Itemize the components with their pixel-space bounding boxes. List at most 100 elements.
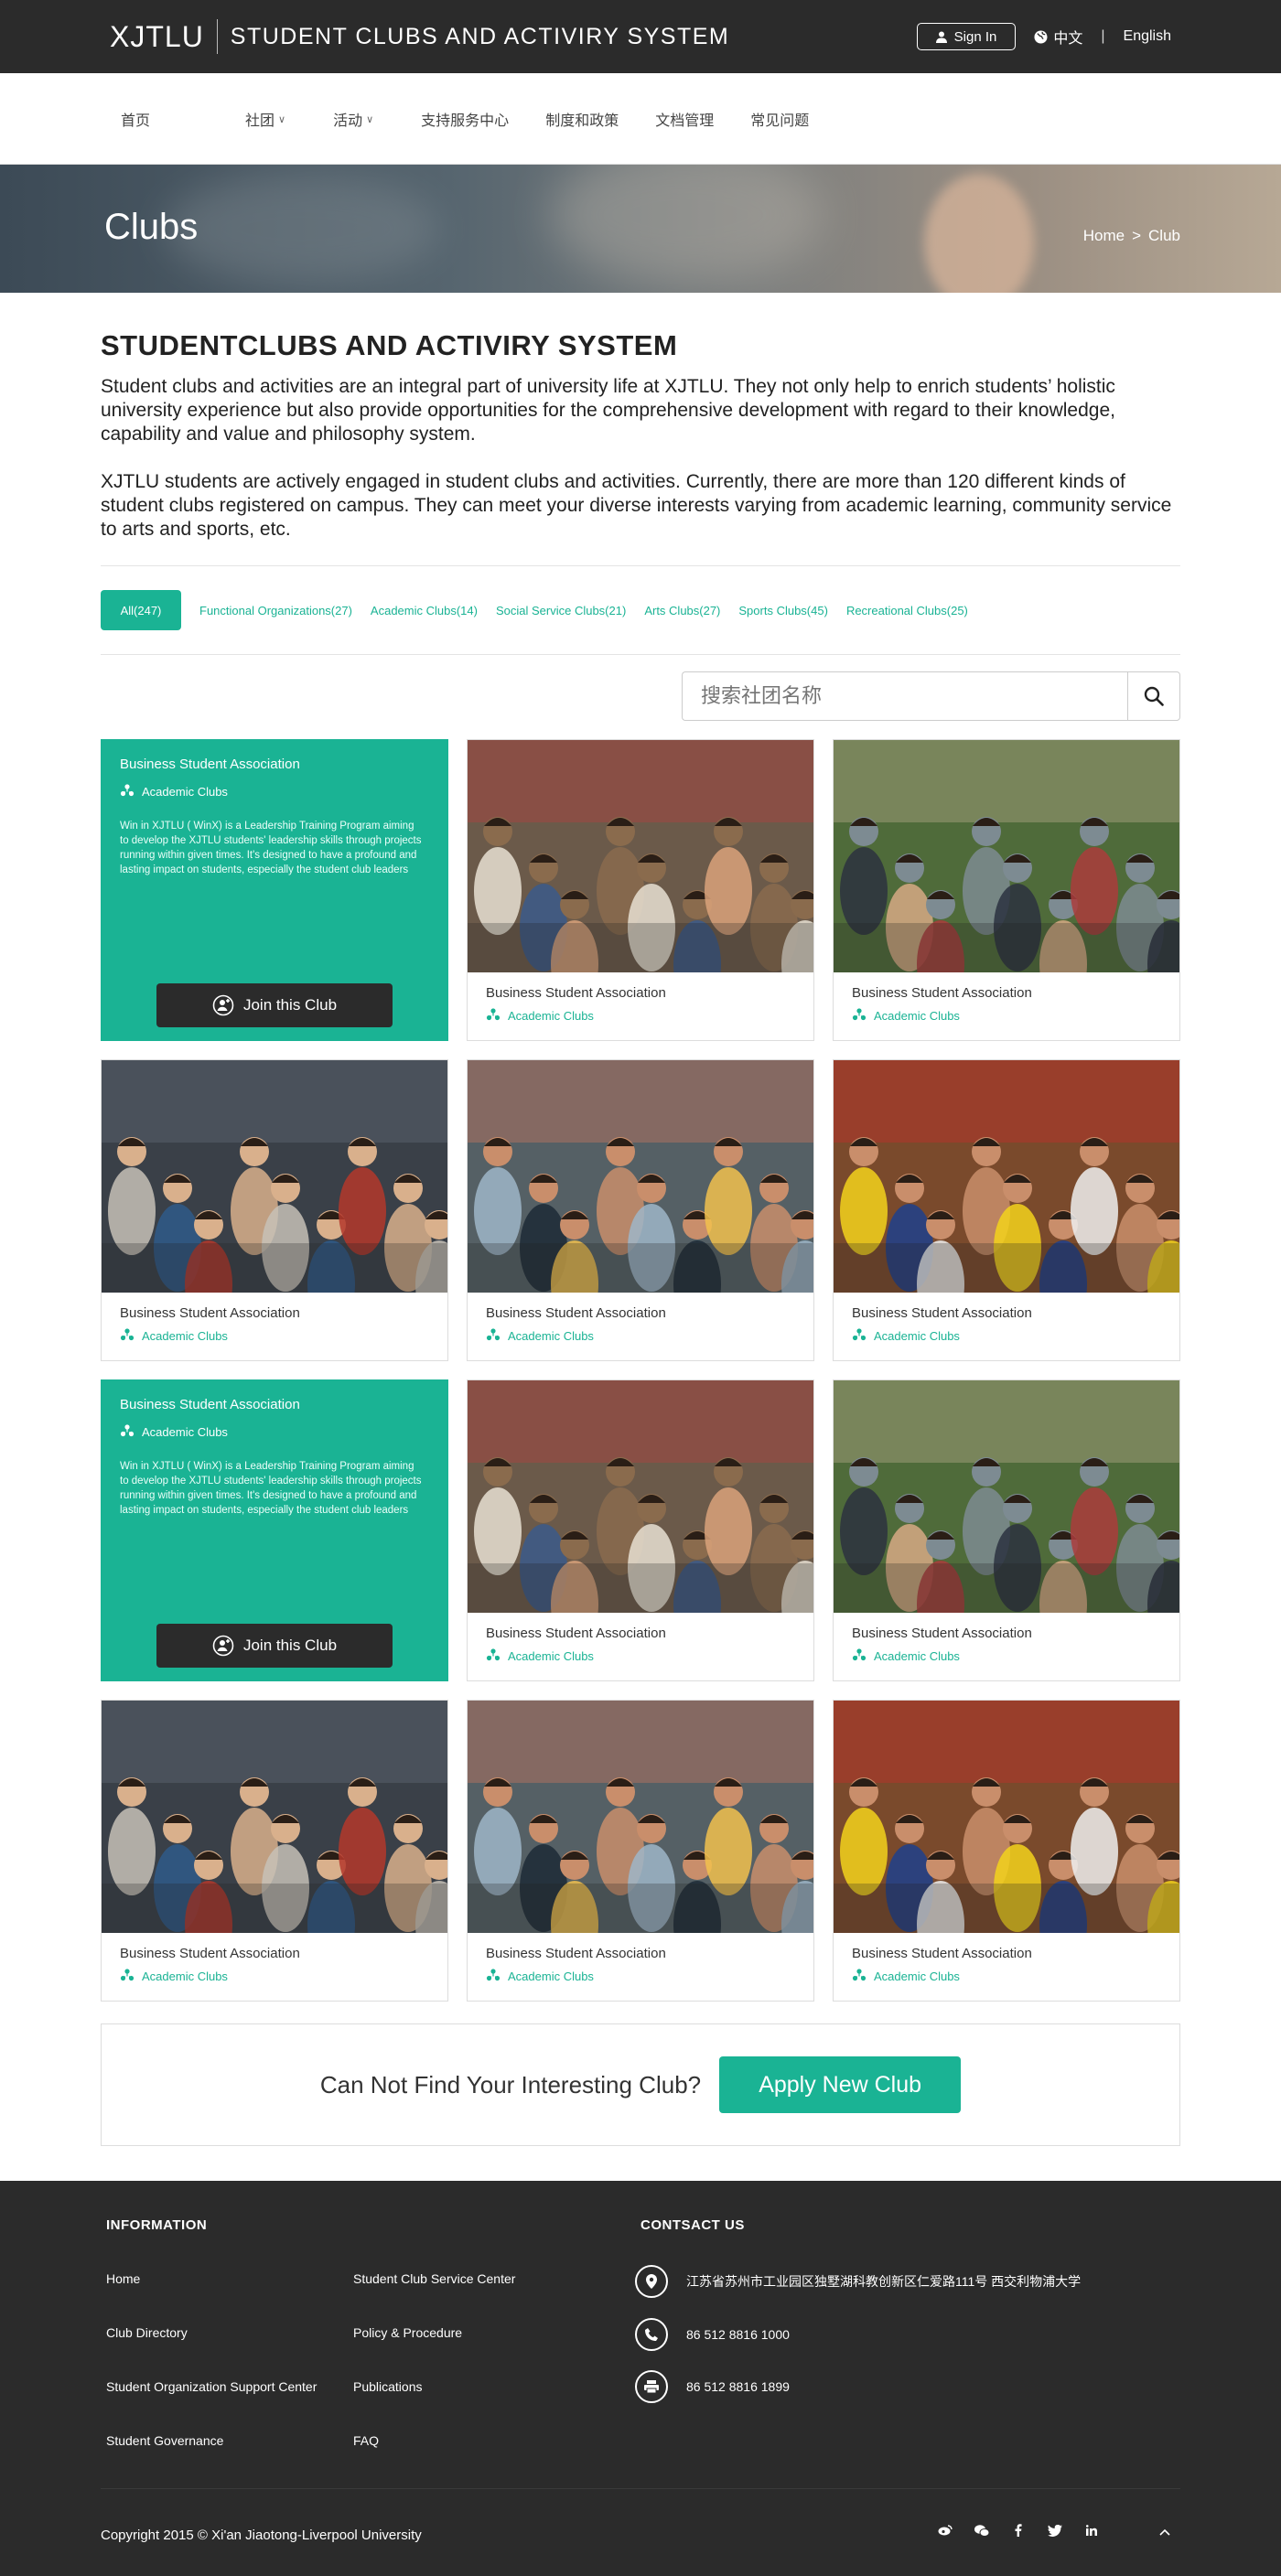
club-description: Win in XJTLU ( WinX) is a Leadership Tra…	[120, 1461, 422, 1516]
club-photo[interactable]	[468, 1701, 813, 1933]
club-card[interactable]: Business Student Association Academic Clu…	[467, 739, 814, 1041]
nav-item-6[interactable]: 常见问题	[750, 108, 809, 130]
club-category-icon	[120, 1968, 135, 1985]
club-card[interactable]: Business Student Association Academic Clu…	[833, 1700, 1180, 2002]
club-card[interactable]: Business Student Association Academic Clu…	[467, 1379, 814, 1681]
filter-chip[interactable]: Academic Clubs(14)	[371, 604, 478, 617]
club-name[interactable]: Business Student Association	[120, 1305, 429, 1321]
club-grid: Business Student Association Academic Clu…	[101, 739, 1180, 2002]
contact-phone: 86 512 8816 1000	[635, 2318, 790, 2351]
sign-in-button[interactable]: Sign In	[916, 23, 1017, 50]
club-name[interactable]: Business Student Association	[852, 985, 1161, 1001]
club-photo[interactable]	[468, 1060, 813, 1293]
club-card[interactable]: Business Student Association Academic Clu…	[833, 1059, 1180, 1361]
footer-info-heading: INFORMATION	[106, 2217, 208, 2233]
facebook-icon[interactable]	[1010, 2524, 1027, 2539]
featured-club-card[interactable]: Business Student Association Academic Clu…	[101, 1379, 448, 1681]
club-category-icon	[852, 1648, 867, 1665]
intro-paragraph-2: XJTLU students are actively engaged in s…	[101, 471, 1172, 540]
footer-link-governance[interactable]: Student Governance	[106, 2433, 223, 2448]
breadcrumb-home[interactable]: Home	[1083, 227, 1125, 245]
breadcrumb-current: Club	[1148, 227, 1180, 244]
footer-link-faq[interactable]: FAQ	[353, 2433, 379, 2448]
language-en[interactable]: English	[1124, 28, 1171, 45]
club-category-label: Academic Clubs	[874, 1329, 960, 1343]
club-name[interactable]: Business Student Association	[120, 757, 429, 772]
club-card[interactable]: Business Student Association Academic Clu…	[833, 1379, 1180, 1681]
footer-link-service-center[interactable]: Student Club Service Center	[353, 2271, 515, 2286]
club-photo[interactable]	[468, 1380, 813, 1613]
club-name[interactable]: Business Student Association	[852, 1946, 1161, 1961]
nav-item-label: 首页	[121, 113, 151, 129]
apply-new-club-button[interactable]: Apply New Club	[719, 2056, 962, 2113]
club-photo[interactable]	[834, 740, 1179, 972]
logo[interactable]: XJTLU	[101, 19, 218, 54]
footer-link-club-directory[interactable]: Club Directory	[106, 2325, 188, 2340]
club-photo[interactable]	[834, 1380, 1179, 1613]
intro-paragraph-1: Student clubs and activities are an inte…	[101, 376, 1115, 445]
wechat-icon[interactable]	[974, 2524, 990, 2539]
page-title: Clubs	[104, 207, 199, 247]
club-name[interactable]: Business Student Association	[486, 1946, 795, 1961]
system-title: STUDENT CLUBS AND ACTIVIRY SYSTEM	[230, 23, 730, 49]
club-name[interactable]: Business Student Association	[486, 1626, 795, 1641]
club-photo[interactable]	[468, 740, 813, 972]
club-card[interactable]: Business Student Association Academic Clu…	[467, 1059, 814, 1361]
search-button[interactable]	[1127, 671, 1180, 721]
back-to-top-icon[interactable]	[1157, 2525, 1173, 2538]
filter-chip[interactable]: Arts Clubs(27)	[644, 604, 720, 617]
club-category-label: Academic Clubs	[142, 1970, 228, 1983]
divider	[101, 654, 1180, 655]
globe-icon	[1034, 29, 1048, 44]
club-name[interactable]: Business Student Association	[486, 1305, 795, 1321]
club-name[interactable]: Business Student Association	[852, 1305, 1161, 1321]
nav-item-3[interactable]: 支持服务中心	[421, 108, 509, 130]
footer-link-publications[interactable]: Publications	[353, 2379, 423, 2394]
nav-item-0[interactable]: 首页	[121, 108, 150, 130]
club-card[interactable]: Business Student Association Academic Clu…	[101, 1059, 448, 1361]
footer-link-policy[interactable]: Policy & Procedure	[353, 2325, 462, 2340]
club-name[interactable]: Business Student Association	[120, 1397, 429, 1412]
nav-item-5[interactable]: 文档管理	[655, 108, 714, 130]
club-name[interactable]: Business Student Association	[120, 1946, 429, 1961]
filter-chip[interactable]: Recreational Clubs(25)	[846, 604, 968, 617]
nav-item-2[interactable]: 活动 ∨	[333, 108, 373, 130]
filter-chip[interactable]: All(247)	[101, 590, 181, 630]
footer-bottom-bar: Copyright 2015 © Xi'an Jiaotong-Liverpoo…	[101, 2488, 1180, 2576]
nav-item-4[interactable]: 制度和政策	[545, 108, 619, 130]
weibo-icon[interactable]	[937, 2525, 953, 2538]
footer-link-home[interactable]: Home	[106, 2271, 140, 2286]
club-category: Academic Clubs	[486, 1648, 795, 1665]
intro-section: STUDENTCLUBS AND ACTIVIRY SYSTEM Student…	[101, 293, 1180, 721]
club-card[interactable]: Business Student Association Academic Clu…	[833, 739, 1180, 1041]
club-card[interactable]: Business Student Association Academic Clu…	[101, 1700, 448, 2002]
filter-chip[interactable]: Social Service Clubs(21)	[496, 604, 626, 617]
club-card[interactable]: Business Student Association Academic Clu…	[467, 1700, 814, 2002]
club-category-label: Academic Clubs	[508, 1329, 594, 1343]
twitter-icon[interactable]	[1047, 2524, 1063, 2539]
nav-item-1[interactable]: 社团 ∨	[245, 108, 285, 130]
club-category: Academic Clubs	[120, 1423, 429, 1441]
search-input[interactable]	[682, 671, 1127, 721]
club-description: Win in XJTLU ( WinX) is a Leadership Tra…	[120, 821, 422, 875]
club-category-label: Academic Clubs	[142, 785, 228, 799]
join-club-button[interactable]: Join this Club	[156, 1624, 393, 1668]
linkedin-icon[interactable]	[1083, 2525, 1100, 2538]
filter-chip[interactable]: Sports Clubs(45)	[738, 604, 828, 617]
filter-chip[interactable]: Functional Organizations(27)	[199, 604, 352, 617]
featured-club-card[interactable]: Business Student Association Academic Clu…	[101, 739, 448, 1041]
join-club-button[interactable]: Join this Club	[156, 983, 393, 1027]
club-category: Academic Clubs	[486, 1327, 795, 1345]
club-photo[interactable]	[834, 1701, 1179, 1933]
club-name[interactable]: Business Student Association	[486, 985, 795, 1001]
club-photo[interactable]	[102, 1060, 447, 1293]
social-links	[937, 2524, 1173, 2539]
breadcrumb-separator: >	[1132, 227, 1142, 244]
language-cn-label: 中文	[1053, 31, 1083, 47]
club-name[interactable]: Business Student Association	[852, 1626, 1161, 1641]
footer-link-support-center[interactable]: Student Organization Support Center	[106, 2379, 317, 2394]
club-photo[interactable]	[834, 1060, 1179, 1293]
club-photo[interactable]	[102, 1701, 447, 1933]
club-category-label: Academic Clubs	[508, 1009, 594, 1023]
language-cn[interactable]: 中文	[1034, 26, 1082, 48]
